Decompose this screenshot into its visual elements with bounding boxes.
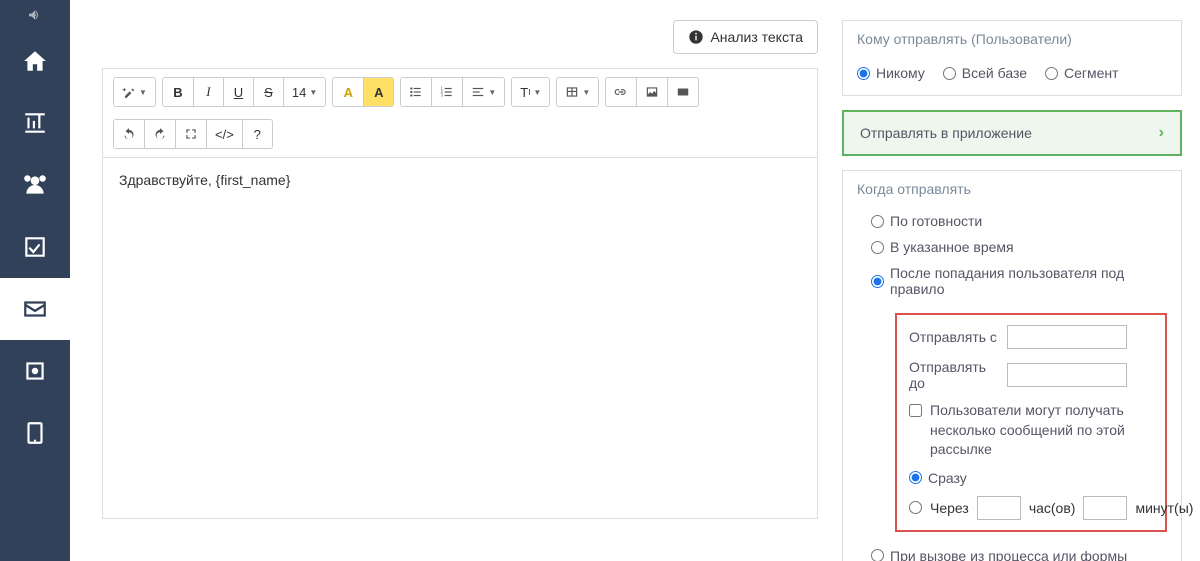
editor-content[interactable]: Здравствуйте, {first_name} bbox=[103, 158, 817, 518]
when-option-rule[interactable]: После попадания пользователя под правило bbox=[871, 265, 1167, 297]
editor-toolbar: ▼ B I U S 14▼ A A 123 ▼ bbox=[103, 69, 817, 158]
info-icon bbox=[688, 29, 704, 45]
send-from-input[interactable] bbox=[1007, 325, 1127, 349]
delay-minutes-input[interactable] bbox=[1083, 496, 1127, 520]
send-to-app-accordion[interactable]: Отправлять в приложение › bbox=[842, 110, 1182, 156]
code-button[interactable]: </> bbox=[206, 120, 242, 148]
table-icon[interactable]: ▼ bbox=[557, 78, 598, 106]
who-to-send-title: Кому отправлять (Пользователи) bbox=[843, 21, 1181, 57]
nav-users-icon[interactable] bbox=[0, 154, 70, 216]
nav-home-icon[interactable] bbox=[0, 30, 70, 92]
timing-delayed[interactable]: Через час(ов) минут(ы) bbox=[909, 496, 1153, 520]
when-option-scheduled[interactable]: В указанное время bbox=[871, 239, 1167, 255]
link-icon[interactable] bbox=[606, 78, 636, 106]
svg-text:3: 3 bbox=[441, 93, 444, 98]
underline-button[interactable]: U bbox=[223, 78, 253, 106]
who-option-nobody[interactable]: Никому bbox=[857, 65, 925, 81]
rich-text-editor: ▼ B I U S 14▼ A A 123 ▼ bbox=[102, 68, 818, 519]
highlight-button[interactable]: A bbox=[363, 78, 393, 106]
delayed-minutes-suffix: минут(ы) bbox=[1135, 500, 1193, 516]
send-to-row: Отправлять до bbox=[909, 359, 1153, 391]
when-to-send-panel: Когда отправлять По готовности В указанн… bbox=[842, 170, 1182, 561]
font-color-button[interactable]: A bbox=[333, 78, 363, 106]
send-to-input[interactable] bbox=[1007, 363, 1127, 387]
nav-safe-icon[interactable] bbox=[0, 340, 70, 402]
who-to-send-options: Никому Всей базе Сегмент bbox=[857, 65, 1167, 81]
delay-hours-input[interactable] bbox=[977, 496, 1021, 520]
send-to-label: Отправлять до bbox=[909, 359, 999, 391]
multi-msg-checkbox[interactable] bbox=[909, 404, 922, 417]
ul-icon[interactable] bbox=[401, 78, 431, 106]
bold-button[interactable]: B bbox=[163, 78, 193, 106]
delayed-prefix: Через bbox=[930, 500, 969, 516]
align-icon[interactable]: ▼ bbox=[462, 78, 504, 106]
who-to-send-panel: Кому отправлять (Пользователи) Никому Вс… bbox=[842, 20, 1182, 96]
help-button[interactable]: ? bbox=[242, 120, 272, 148]
sidebar bbox=[0, 0, 70, 561]
redo-icon[interactable] bbox=[144, 120, 175, 148]
image-icon[interactable] bbox=[636, 78, 667, 106]
font-size-select[interactable]: 14▼ bbox=[283, 78, 325, 106]
timing-immediate[interactable]: Сразу bbox=[909, 470, 1153, 486]
who-option-all[interactable]: Всей базе bbox=[943, 65, 1027, 81]
analyze-text-label: Анализ текста bbox=[710, 29, 803, 45]
heading-button[interactable]: TI▼ bbox=[512, 78, 549, 106]
chevron-right-icon: › bbox=[1159, 124, 1164, 142]
italic-button[interactable]: I bbox=[193, 78, 223, 106]
who-option-segment[interactable]: Сегмент bbox=[1045, 65, 1119, 81]
ol-icon[interactable]: 123 bbox=[431, 78, 462, 106]
strike-button[interactable]: S bbox=[253, 78, 283, 106]
multi-msg-label: Пользователи могут получать несколько со… bbox=[930, 401, 1153, 460]
nav-mobile-icon[interactable] bbox=[0, 402, 70, 464]
multi-msg-row: Пользователи могут получать несколько со… bbox=[909, 401, 1153, 460]
nav-sound-icon[interactable] bbox=[0, 0, 70, 30]
when-option-process[interactable]: При вызове из процесса или формы bbox=[871, 548, 1167, 561]
send-from-row: Отправлять с bbox=[909, 325, 1153, 349]
timing-delayed-radio[interactable] bbox=[909, 501, 922, 514]
nav-chart-icon[interactable] bbox=[0, 92, 70, 154]
when-to-send-title: Когда отправлять bbox=[843, 171, 1181, 207]
video-icon[interactable] bbox=[667, 78, 698, 106]
magic-icon[interactable]: ▼ bbox=[114, 78, 155, 106]
analyze-text-button[interactable]: Анализ текста bbox=[673, 20, 818, 54]
undo-icon[interactable] bbox=[114, 120, 144, 148]
send-to-app-label: Отправлять в приложение bbox=[860, 125, 1032, 141]
nav-mail-icon[interactable] bbox=[0, 278, 70, 340]
delayed-hours-suffix: час(ов) bbox=[1029, 500, 1076, 516]
nav-checkbox-icon[interactable] bbox=[0, 216, 70, 278]
fullscreen-icon[interactable] bbox=[175, 120, 206, 148]
send-from-label: Отправлять с bbox=[909, 329, 999, 345]
rule-sub-settings: Отправлять с Отправлять до Пользователи … bbox=[895, 313, 1167, 532]
when-option-ready[interactable]: По готовности bbox=[871, 213, 1167, 229]
